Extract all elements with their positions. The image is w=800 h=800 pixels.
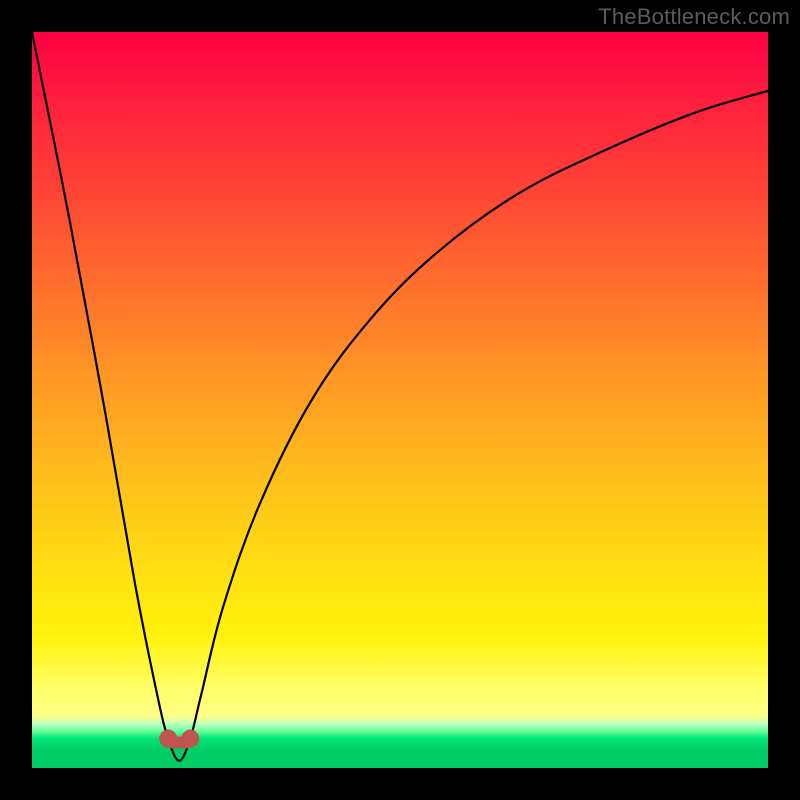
optimum-markers bbox=[159, 730, 199, 749]
watermark-text: TheBottleneck.com bbox=[598, 4, 790, 30]
plot-area bbox=[32, 32, 768, 768]
curve-layer bbox=[32, 32, 768, 768]
optimum-connector bbox=[168, 737, 190, 749]
chart-frame: TheBottleneck.com bbox=[0, 0, 800, 800]
bottleneck-curve bbox=[32, 32, 768, 761]
